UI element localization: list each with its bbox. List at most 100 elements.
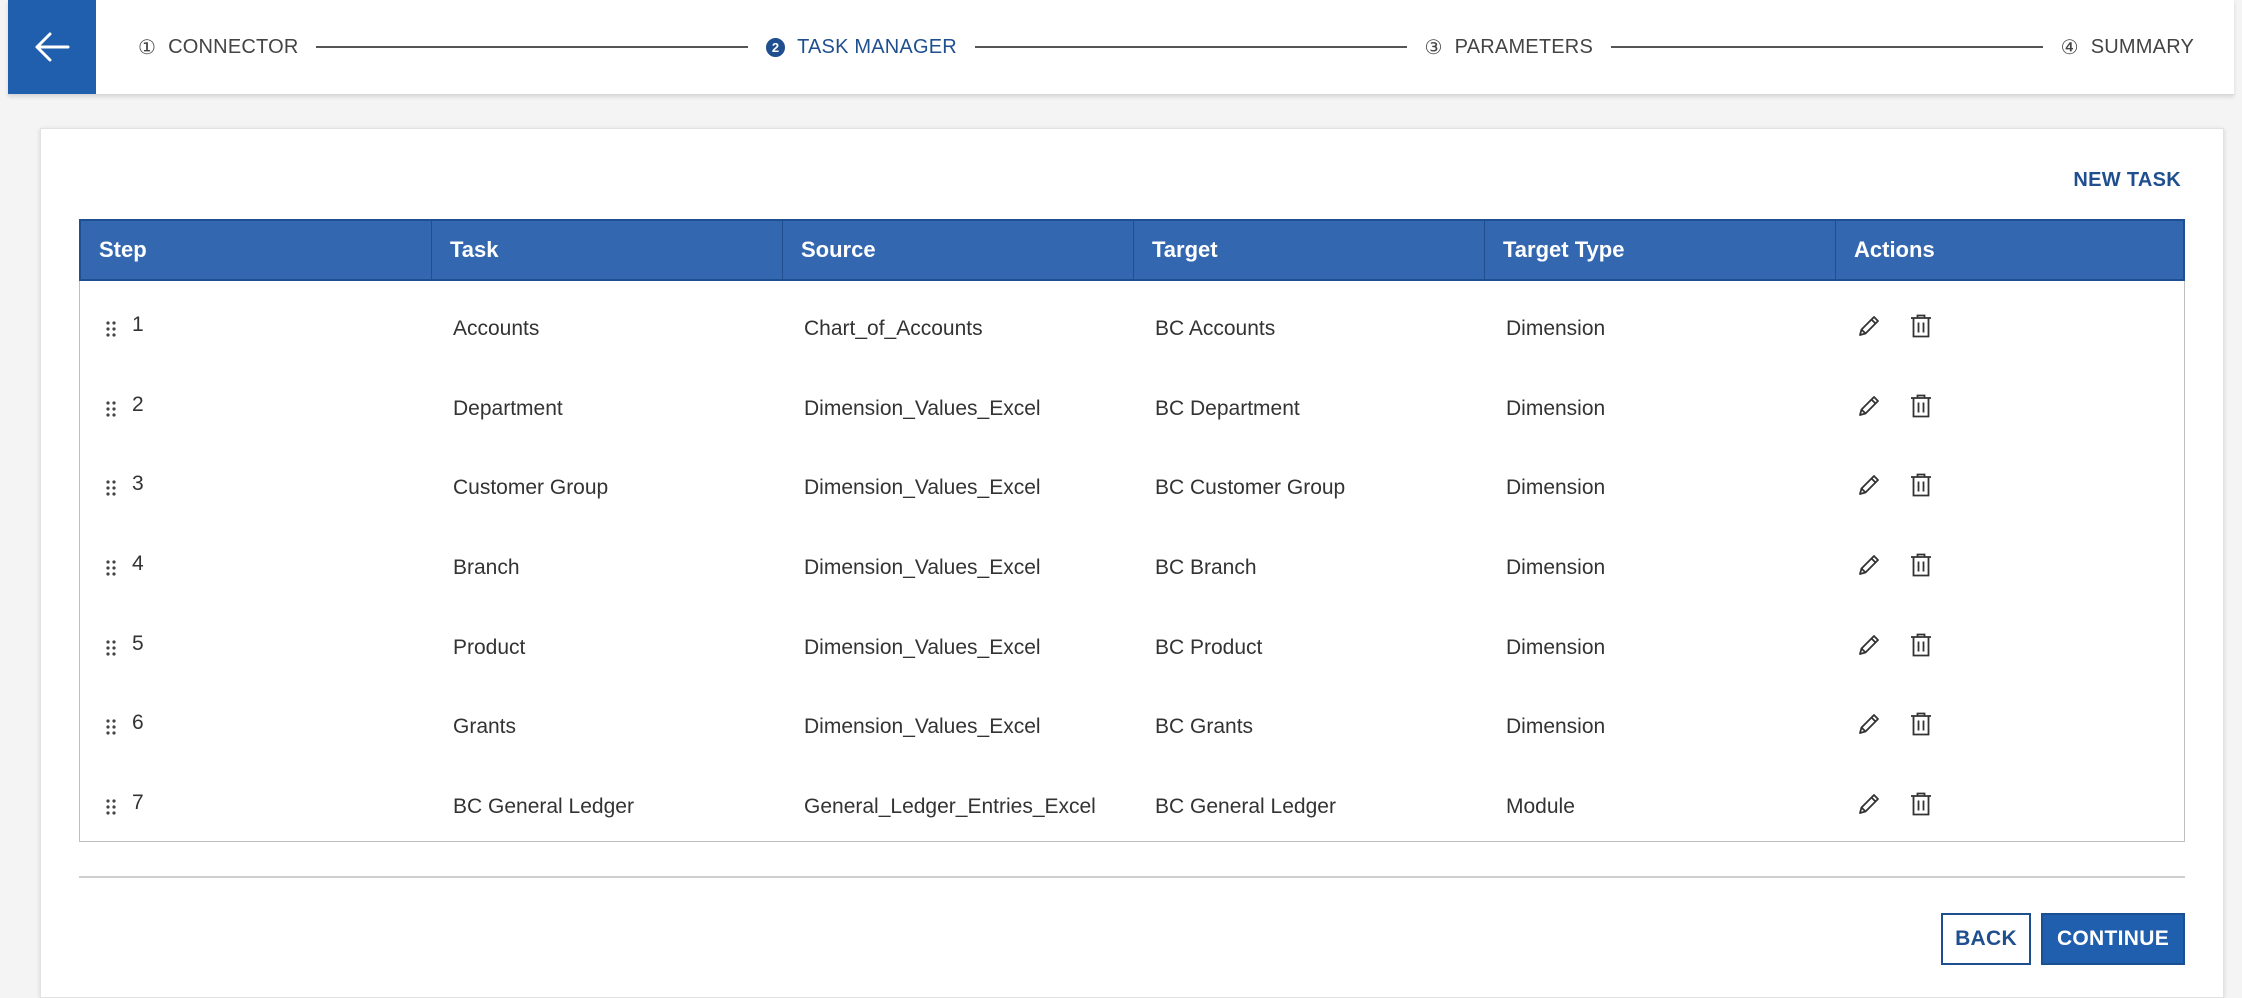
target-type-cell: Dimension xyxy=(1506,635,1606,659)
pencil-icon[interactable] xyxy=(1855,551,1883,579)
trash-icon[interactable] xyxy=(1907,790,1935,818)
step-number: 7 xyxy=(132,790,144,814)
target-cell: BC Accounts xyxy=(1155,316,1276,340)
column-header-step[interactable]: Step xyxy=(81,221,432,279)
trash-icon[interactable] xyxy=(1907,471,1935,499)
step-number: 6 xyxy=(132,711,144,735)
step-number: ① xyxy=(138,36,157,59)
table-row[interactable]: 7 BC General Ledger General_Ledger_Entries… xyxy=(80,767,2184,847)
source-cell: General_Ledger_Entries_Excel xyxy=(804,794,1096,818)
trash-icon[interactable] xyxy=(1907,631,1935,659)
task-cell: Grants xyxy=(453,715,517,739)
step-number: ④ xyxy=(2060,36,2079,59)
arrow-left-icon xyxy=(35,32,70,62)
target-cell: BC Branch xyxy=(1155,555,1257,579)
column-header-source[interactable]: Source xyxy=(783,221,1134,279)
step-cell: 6 xyxy=(80,711,431,735)
step-summary[interactable]: ④ SUMMARY xyxy=(2061,35,2194,60)
drag-handle-icon[interactable] xyxy=(106,797,116,815)
actions-cell xyxy=(1835,790,2184,818)
continue-button[interactable]: CONTINUE xyxy=(2041,913,2185,965)
drag-handle-icon[interactable] xyxy=(106,319,116,337)
pencil-icon[interactable] xyxy=(1855,710,1883,738)
pencil-icon[interactable] xyxy=(1855,790,1883,818)
task-table: Step Task Source Target Target Type Acti… xyxy=(79,219,2185,842)
step-cell: 7 xyxy=(80,791,431,815)
step-connector[interactable]: ① CONNECTOR xyxy=(138,35,298,60)
column-header-target[interactable]: Target xyxy=(1134,221,1485,279)
new-task-button[interactable]: NEW TASK xyxy=(2073,169,2181,192)
step-cell: 2 xyxy=(80,393,431,417)
step-cell: 3 xyxy=(80,472,431,496)
task-cell: BC General Ledger xyxy=(453,794,634,818)
task-cell: Department xyxy=(453,396,563,420)
table-row[interactable]: 4 Branch Dimension_Values_Excel BC Branch Di… xyxy=(80,528,2184,608)
source-cell: Dimension_Values_Excel xyxy=(804,715,1041,739)
table-row[interactable]: 5 Product Dimension_Values_Excel BC Product… xyxy=(80,608,2184,688)
table-row[interactable]: 6 Grants Dimension_Values_Excel BC Grants Di… xyxy=(80,687,2184,767)
target-type-cell: Dimension xyxy=(1506,476,1606,500)
drag-handle-icon[interactable] xyxy=(106,478,116,496)
step-connector-line xyxy=(316,46,749,48)
target-cell: BC Product xyxy=(1155,635,1263,659)
pencil-icon[interactable] xyxy=(1855,312,1883,340)
task-manager-card: NEW TASK Step Task Source Target Target … xyxy=(40,128,2224,998)
drag-handle-icon[interactable] xyxy=(106,717,116,735)
table-row[interactable]: 2 Department Dimension_Values_Excel BC Depa… xyxy=(80,369,2184,449)
pencil-icon[interactable] xyxy=(1855,392,1883,420)
drag-handle-icon[interactable] xyxy=(106,638,116,656)
table-body: 1 Accounts Chart_of_Accounts BC Accounts Dim… xyxy=(80,281,2184,847)
target-type-cell: Dimension xyxy=(1506,715,1606,739)
source-cell: Dimension_Values_Excel xyxy=(804,476,1041,500)
step-connector-line xyxy=(974,46,1407,48)
step-cell: 5 xyxy=(80,632,431,656)
divider xyxy=(79,876,2185,878)
pencil-icon[interactable] xyxy=(1855,471,1883,499)
step-task-manager[interactable]: 2 TASK MANAGER xyxy=(766,36,957,59)
column-header-target-type[interactable]: Target Type xyxy=(1485,221,1836,279)
actions-cell xyxy=(1835,392,2184,420)
step-parameters[interactable]: ③ PARAMETERS xyxy=(1425,35,1593,60)
target-cell: BC Grants xyxy=(1155,715,1254,739)
column-header-task[interactable]: Task xyxy=(432,221,783,279)
actions-cell xyxy=(1835,631,2184,659)
trash-icon[interactable] xyxy=(1907,710,1935,738)
table-row[interactable]: 1 Accounts Chart_of_Accounts BC Accounts Dim… xyxy=(80,289,2184,369)
task-cell: Branch xyxy=(453,555,520,579)
target-type-cell: Dimension xyxy=(1506,316,1606,340)
drag-handle-icon[interactable] xyxy=(106,558,116,576)
trash-icon[interactable] xyxy=(1907,392,1935,420)
stepper-bar: ① CONNECTOR 2 TASK MANAGER ③ PARAMETERS … xyxy=(8,0,2234,95)
target-cell: BC Department xyxy=(1155,396,1300,420)
step-connector-line xyxy=(1611,46,2043,48)
back-button[interactable]: BACK xyxy=(1941,913,2031,965)
step-number: 3 xyxy=(132,472,144,496)
column-header-actions: Actions xyxy=(1854,237,1935,262)
step-number: 1 xyxy=(132,312,144,336)
page: ① CONNECTOR 2 TASK MANAGER ③ PARAMETERS … xyxy=(0,0,2242,998)
actions-cell xyxy=(1835,312,2184,340)
target-type-cell: Module xyxy=(1506,794,1575,818)
target-type-cell: Dimension xyxy=(1506,396,1606,420)
step-cell: 4 xyxy=(80,552,431,576)
step-number: 2 xyxy=(766,37,786,57)
step-number: 4 xyxy=(132,551,144,575)
source-cell: Dimension_Values_Excel xyxy=(804,635,1041,659)
table-row[interactable]: 3 Customer Group Dimension_Values_Excel BC … xyxy=(80,448,2184,528)
table-header: Step Task Source Target Target Type Acti… xyxy=(79,219,2185,281)
step-label: CONNECTOR xyxy=(168,35,299,58)
step-number: 5 xyxy=(132,631,144,655)
stepper: ① CONNECTOR 2 TASK MANAGER ③ PARAMETERS … xyxy=(138,0,2194,94)
task-cell: Product xyxy=(453,635,526,659)
target-cell: BC Customer Group xyxy=(1155,476,1346,500)
back-arrow-button[interactable] xyxy=(8,0,96,94)
drag-handle-icon[interactable] xyxy=(106,399,116,417)
pencil-icon[interactable] xyxy=(1855,631,1883,659)
step-cell: 1 xyxy=(80,313,431,337)
actions-cell xyxy=(1835,551,2184,579)
task-cell: Accounts xyxy=(453,316,540,340)
target-type-cell: Dimension xyxy=(1506,555,1606,579)
trash-icon[interactable] xyxy=(1907,551,1935,579)
actions-cell xyxy=(1835,471,2184,499)
trash-icon[interactable] xyxy=(1907,312,1935,340)
